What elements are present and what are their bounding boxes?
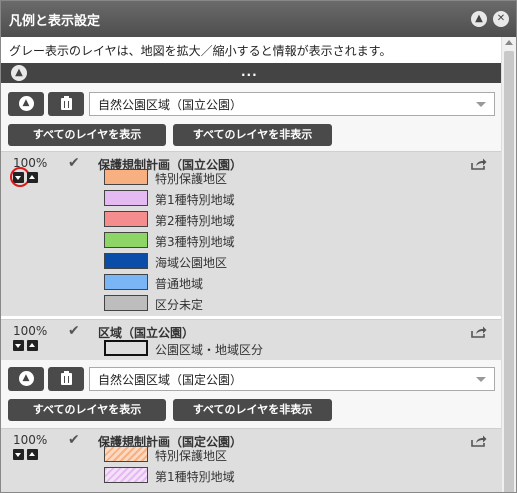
share-icon[interactable]	[471, 435, 487, 447]
group-select[interactable]: 自然公園区域（国立公園）	[89, 92, 495, 116]
opacity-controls	[13, 340, 41, 354]
group-select[interactable]: 自然公園区域（国定公園）	[89, 367, 495, 391]
show-all-layers-button[interactable]: すべてのレイヤを表示	[8, 399, 166, 421]
group-select-value: 自然公園区域（国定公園）	[98, 373, 243, 387]
opacity-up-icon[interactable]	[27, 172, 38, 183]
legend-swatch	[104, 253, 148, 269]
share-icon[interactable]	[471, 158, 487, 170]
opacity-down-icon[interactable]	[10, 167, 30, 187]
legend-label: 第2種特別地域	[155, 214, 235, 228]
legend-label: 第1種特別地域	[155, 470, 235, 484]
legend-label: 区分未定	[155, 298, 204, 312]
close-icon[interactable]: ✕	[493, 11, 509, 27]
opacity-up-icon[interactable]	[27, 449, 38, 460]
group-select-value: 自然公園区域（国立公園）	[98, 98, 243, 112]
notice-text: グレー表示のレイヤは、地図を拡大／縮小すると情報が表示されます。	[1, 37, 501, 63]
legend-settings-panel: 凡例と表示設定 ▲ ✕ グレー表示のレイヤは、地図を拡大／縮小すると情報が表示さ…	[0, 0, 517, 493]
layer-opacity[interactable]: 100%	[13, 433, 47, 447]
legend-swatch	[104, 446, 148, 462]
legend-label: 公園区域・地域区分	[155, 343, 264, 357]
collapse-window-icon[interactable]: ▲	[471, 11, 487, 27]
layer-item: 100% ✔ 保護規制計画（国立公園） 特別保護地区 第1種特別地域 第2種特別…	[1, 151, 501, 316]
group-collapse-button[interactable]: ▲	[8, 92, 44, 116]
scroll-up-arrow-icon[interactable]	[505, 40, 513, 45]
delete-group-button[interactable]	[48, 92, 84, 116]
layer-name: 区域（国立公園）	[98, 326, 195, 340]
trash-icon	[60, 371, 72, 385]
chevron-up-icon: ▲	[18, 96, 34, 111]
layer-group-header: ▲ 自然公園区域（国定公園） すべてのレイヤを表示 すべてのレイヤを非表示	[1, 360, 501, 428]
layer-visibility-checkbox[interactable]: ✔	[68, 323, 80, 339]
show-all-layers-button[interactable]: すべてのレイヤを表示	[8, 124, 166, 146]
legend-swatch	[104, 274, 148, 290]
trash-icon	[60, 96, 72, 110]
legend-label: 特別保護地区	[155, 449, 228, 463]
legend-swatch	[104, 232, 148, 248]
group-collapse-button[interactable]: ▲	[8, 367, 44, 391]
legend-swatch	[104, 190, 148, 206]
dropdown-caret-icon	[476, 102, 486, 107]
legend-label: 特別保護地区	[155, 172, 228, 186]
title-bar: 凡例と表示設定 ▲ ✕	[1, 1, 516, 37]
layer-item: 100% ✔ 保護規制計画（国定公園） 特別保護地区 第1種特別地域	[1, 428, 501, 492]
legend-label: 第1種特別地域	[155, 193, 235, 207]
legend-label: 第3種特別地域	[155, 235, 235, 249]
scrollbar-thumb[interactable]	[504, 51, 514, 492]
opacity-controls	[13, 449, 41, 463]
opacity-down-icon[interactable]	[13, 449, 24, 460]
legend-swatch	[104, 340, 148, 356]
collapse-up-icon[interactable]: ▲	[11, 65, 27, 81]
opacity-down-icon[interactable]	[13, 340, 24, 351]
opacity-controls	[10, 167, 41, 187]
layer-group-header: ▲ 自然公園区域（国立公園） すべてのレイヤを表示 すべてのレイヤを非表示	[1, 83, 501, 151]
dropdown-caret-icon	[476, 377, 486, 382]
window-title: 凡例と表示設定	[9, 14, 101, 29]
layer-opacity[interactable]: 100%	[13, 324, 47, 338]
legend-swatch	[104, 467, 148, 483]
chevron-up-icon: ▲	[18, 371, 34, 386]
opacity-up-icon[interactable]	[27, 340, 38, 351]
layer-visibility-checkbox[interactable]: ✔	[68, 432, 80, 448]
legend-swatch	[104, 295, 148, 311]
legend-label: 海域公園地区	[155, 256, 228, 270]
delete-group-button[interactable]	[48, 367, 84, 391]
legend-swatch	[104, 211, 148, 227]
collapse-dots: ...	[241, 65, 258, 79]
legend-swatch	[104, 169, 148, 185]
layer-visibility-checkbox[interactable]: ✔	[68, 155, 80, 171]
legend-content: ▲ 自然公園区域（国立公園） すべてのレイヤを表示 すべてのレイヤを非表示 10…	[1, 83, 501, 492]
scrollbar[interactable]	[501, 37, 516, 492]
legend-label: 普通地域	[155, 277, 204, 291]
collapse-bar[interactable]: ▲ ...	[1, 63, 501, 83]
hide-all-layers-button[interactable]: すべてのレイヤを非表示	[173, 399, 332, 421]
layer-item: 100% ✔ 区域（国立公園） 公園区域・地域区分	[1, 319, 501, 360]
share-icon[interactable]	[471, 326, 487, 338]
hide-all-layers-button[interactable]: すべてのレイヤを非表示	[173, 124, 332, 146]
